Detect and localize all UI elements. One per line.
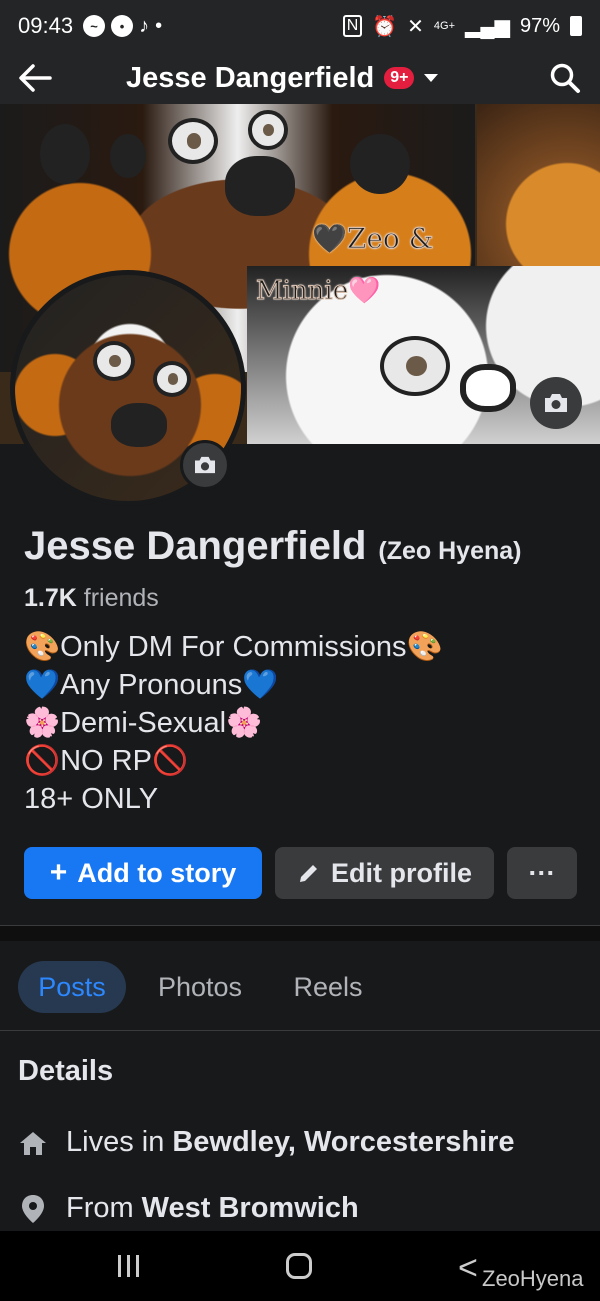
profile-alt-name: (Zeo Hyena) (378, 537, 522, 565)
status-right: N ⏰ ✕ 4G+ ▂▄▆ 97% (342, 14, 582, 39)
lives-value: Bewdley, Worcestershire (172, 1126, 515, 1158)
back-button[interactable] (0, 52, 70, 104)
top-nav-bar: Jesse Dangerfield 9+ (0, 52, 600, 104)
paw-pad (40, 124, 90, 184)
signal-icon: ▂▄▆ (465, 15, 510, 38)
tab-reels[interactable]: Reels (280, 961, 376, 1013)
search-icon (550, 63, 580, 93)
recents-button[interactable] (118, 1255, 139, 1277)
profile-name: Jesse Dangerfield (24, 524, 367, 568)
network-type: 4G+ (433, 20, 456, 32)
nose (460, 364, 516, 412)
watermark: ZeoHyena (482, 1266, 584, 1291)
tab-photos[interactable]: Photos (142, 961, 258, 1013)
bio-line: 🎨Only DM For Commissions🎨 (24, 631, 443, 663)
bio-line: 💙Any Pronouns💙 (24, 669, 279, 701)
edit-profile-label: Edit profile (331, 857, 472, 888)
paw-pad (350, 134, 410, 194)
detail-lives-in[interactable]: Lives in Bewdley, Worcestershire (18, 1126, 515, 1159)
more-icon: ··· (528, 857, 556, 888)
camera-icon (195, 456, 215, 474)
profile-name-row: Jesse Dangerfield (Zeo Hyena) (24, 524, 521, 569)
status-notification-icons: ~ • ♪ • (83, 15, 162, 38)
nose (111, 403, 167, 447)
cover-caption-line-2: Minnie🩷 (255, 276, 381, 307)
camera-icon (545, 394, 567, 412)
eye (168, 118, 218, 164)
profile-bio: 🎨Only DM For Commissions🎨 💙Any Pronouns💙… (24, 628, 443, 818)
profile-switcher[interactable]: Jesse Dangerfield 9+ (126, 61, 439, 95)
edit-profile-picture-button[interactable] (180, 440, 230, 490)
more-notifications-icon: • (155, 14, 163, 37)
details-heading: Details (18, 1055, 114, 1087)
paw-pad (110, 134, 146, 178)
home-button[interactable] (286, 1253, 312, 1279)
cover-caption-line-1: 🖤Zeo & (312, 222, 435, 256)
status-time: 09:43 (18, 13, 74, 38)
battery-percent: 97% (519, 14, 560, 37)
chevron-down-icon (424, 74, 439, 82)
friends-count[interactable]: 1.7K friends (24, 584, 159, 613)
tabs-divider (0, 1030, 600, 1031)
detail-from[interactable]: From West Bromwich (18, 1192, 359, 1225)
lives-prefix: Lives in (66, 1126, 165, 1158)
house-icon (18, 1128, 48, 1158)
tiktok-icon: ♪ (139, 14, 150, 37)
system-back-button[interactable]: < (458, 1249, 478, 1288)
edit-profile-button[interactable]: Edit profile (275, 847, 494, 899)
nose (225, 156, 295, 216)
add-to-story-button[interactable]: + Add to story (24, 847, 262, 899)
friends-label: friends (83, 584, 159, 612)
arrow-left-icon (19, 64, 52, 92)
tab-posts[interactable]: Posts (18, 961, 126, 1013)
alarm-icon: ⏰ (372, 15, 398, 38)
search-button[interactable] (530, 52, 600, 104)
plus-icon: + (49, 856, 68, 889)
friends-number: 1.7K (24, 584, 77, 612)
edit-cover-button[interactable] (530, 377, 582, 429)
notification-badge: 9+ (384, 67, 415, 89)
nfc-icon: N (342, 15, 363, 37)
bio-line: 🚫NO RP🚫 (24, 745, 189, 777)
section-divider (0, 925, 600, 941)
location-pin-icon (18, 1194, 48, 1224)
eye (153, 361, 191, 397)
eye (248, 110, 288, 150)
more-options-button[interactable]: ··· (507, 847, 577, 899)
messenger-icon: ~ (83, 15, 106, 37)
mute-icon: ✕ (407, 15, 424, 38)
eye (380, 336, 450, 396)
battery-icon (570, 16, 582, 36)
bio-line: 🌸Demi-Sexual🌸 (24, 707, 263, 739)
from-value: West Bromwich (141, 1192, 359, 1224)
eye (93, 341, 135, 381)
nav-title: Jesse Dangerfield (126, 61, 375, 94)
bio-line: 18+ ONLY (24, 783, 159, 815)
pencil-icon (300, 865, 317, 882)
status-bar: 09:43 ~ • ♪ • N ⏰ ✕ 4G+ ▂▄▆ 97% (0, 0, 600, 52)
from-prefix: From (66, 1192, 134, 1224)
chat-icon: • (111, 15, 134, 37)
add-to-story-label: Add to story (77, 857, 237, 888)
